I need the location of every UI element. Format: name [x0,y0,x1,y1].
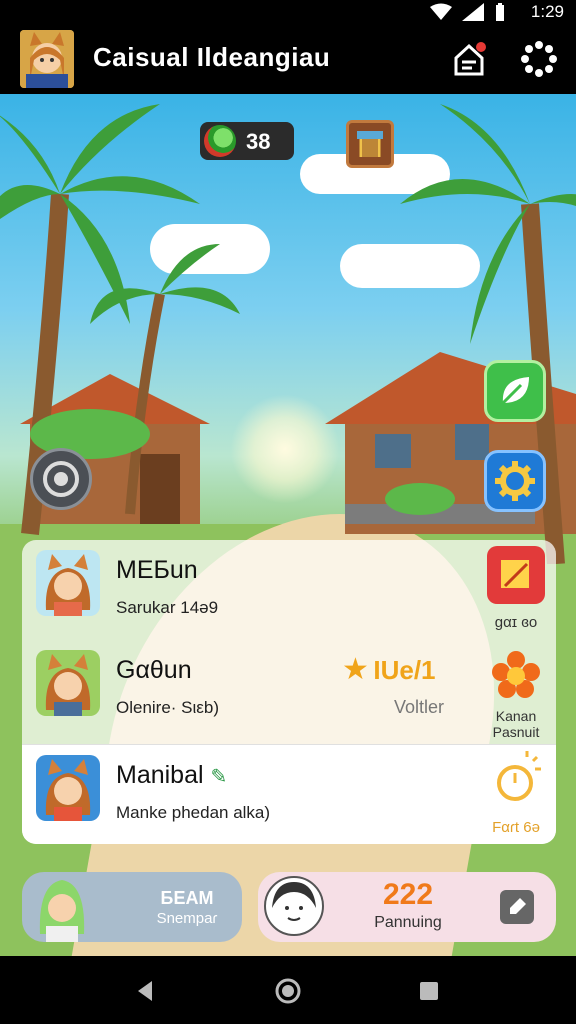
item-name: Manibal ✎ [116,761,227,790]
note-icon [487,546,545,604]
camera-icon[interactable] [30,448,92,510]
clock: 1:29 [530,2,564,21]
settings-dots-icon[interactable] [520,40,558,78]
star-icon: ★ [342,653,369,686]
item-subtitle: Sarukar 14ə9 [116,598,219,617]
leaf-icon[interactable] [484,360,546,422]
team-subtitle: Snempaɾ [156,910,218,927]
app-bar: Caisual Ildeangiau [0,24,576,94]
flower-button[interactable]: Kanan Pasnuit [486,646,546,740]
item-subtitle: Manke phedan alka) [116,803,271,822]
score-label: Pannuing [374,914,442,931]
status-icons [430,3,506,21]
recents-icon[interactable] [414,976,444,1006]
rating-badge: ★ IUe/1 Voltler [342,652,462,718]
team-card[interactable]: ƂEAM Snempaɾ [22,872,242,942]
item-name: MEБun [116,556,198,584]
timer-button[interactable]: Fαɾt 6ə [486,751,546,836]
action-label: gαɪ ɞo [494,614,538,631]
edit-icon[interactable] [500,890,534,924]
item-name-text: Manibal [116,761,204,789]
home-notification-icon[interactable] [450,40,488,78]
shop-icon[interactable] [346,120,394,168]
home-icon[interactable] [273,976,303,1006]
gem-counter[interactable]: 38 [200,122,294,160]
list-item[interactable]: MEБun Sarukar 14ə9 gαɪ ɞo [22,540,556,640]
action-label: Fαɾt 6ə [492,819,540,836]
wifi-icon [430,3,452,20]
note-button[interactable]: gαɪ ɞo [486,546,546,631]
item-name: Gαθun [116,656,192,684]
avatar [264,876,324,936]
signal-icon [462,3,484,21]
badge-sub: Voltler [394,697,445,717]
battery-icon [496,3,504,21]
avatar [36,755,100,821]
pin-icon: ✎ [210,766,228,788]
team-title: ƂEAM [160,888,214,908]
app-title: Caisual Ildeangiau [93,42,331,72]
score-card[interactable]: 222 Pannuing [258,872,556,942]
item-subtitle: Olenire· Sιεb) [116,698,219,717]
action-label: Kanan Pasnuit [492,708,540,740]
avatar [36,650,100,716]
flower-icon [487,646,545,704]
list-item[interactable]: Manibal ✎ Manke phedan alka) Fαɾt 6ə [22,744,556,844]
back-icon[interactable] [130,976,160,1006]
list-item[interactable]: Gαθun Olenire· Sιεb) ★ IUe/1 Voltler Kan… [22,640,556,744]
avatar[interactable] [20,30,74,88]
gem-count: 38 [246,129,271,154]
badge-text: IUe/1 [373,655,436,685]
timer-icon [487,751,545,809]
gem-icon [204,125,236,157]
status-bar: 1:29 [0,0,576,24]
avatar [36,874,88,942]
avatar [36,550,100,616]
gear-icon[interactable] [484,450,546,512]
navigation-bar [0,956,576,1024]
score-value: 222 [382,878,434,911]
